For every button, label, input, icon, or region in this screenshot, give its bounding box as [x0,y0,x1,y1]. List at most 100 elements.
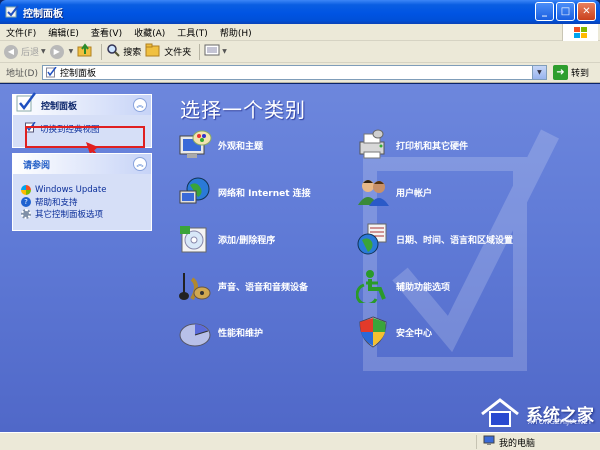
views-icon [204,43,220,60]
control-panel-icon [45,66,57,78]
my-computer-icon [483,435,495,449]
category-label: 日期、时间、语言和区域设置 [396,235,514,246]
close-button[interactable]: ✕ [577,2,596,21]
category-sound-audio[interactable]: 声音、语音和音频设备 [178,269,308,303]
category-security-center[interactable]: 安全中心 [356,315,432,349]
help-support-link[interactable]: ? 帮助和支持 [21,196,143,208]
category-printers-hardware[interactable]: 打印机和其它硬件 [356,128,468,162]
page-title: 选择一个类别 [180,98,306,122]
main-content: 控制面板 ︽ 切换到经典视图 请参阅 ︽ Windows Update ? 帮助… [0,84,600,432]
folders-button[interactable]: 文件夹 [145,43,191,60]
sound-audio-icon [178,269,212,303]
chevron-down-icon: ▼ [68,48,74,55]
category-performance-maintenance[interactable]: 性能和维护 [178,315,263,349]
go-label: 转到 [570,69,589,79]
menu-help[interactable]: 帮助(H) [214,26,258,39]
folder-up-icon [77,43,93,60]
status-location: 我的电脑 [476,435,535,449]
other-options-link[interactable]: 其它控制面板选项 [21,208,143,220]
folders-label: 文件夹 [164,48,192,58]
menu-edit[interactable]: 编辑(E) [42,26,85,39]
title-bar: 控制面板 _ □ ✕ [0,0,600,24]
category-appearance-themes[interactable]: 外观和主题 [178,128,263,162]
menu-bar: 文件(F) 编辑(E) 查看(V) 收藏(A) 工具(T) 帮助(H) [0,24,600,41]
chevron-down-icon: ▼ [222,48,227,55]
minimize-button[interactable]: _ [535,2,554,21]
collapse-chevron-icon[interactable]: ︽ [133,98,147,112]
chevron-down-icon: ▼ [41,48,46,55]
back-button[interactable]: ◀ 后退 ▼ [4,44,46,59]
category-user-accounts[interactable]: 用户帐户 [356,175,432,209]
search-button[interactable]: 搜索 [106,43,141,60]
other-options-label: 其它控制面板选项 [35,210,104,220]
address-dropdown-button[interactable]: ▼ [531,66,546,79]
status-location-label: 我的电脑 [499,438,536,449]
windows-update-label: Windows Update [35,185,107,195]
address-bar: 地址(D) 控制面板 ▼ ➜ 转到 [0,63,600,83]
category-label: 用户帐户 [396,188,433,199]
toolbar-separator [199,43,201,60]
menu-file[interactable]: 文件(F) [0,26,42,39]
address-label: 地址(D) [6,69,38,79]
category-label: 打印机和其它硬件 [396,141,469,152]
network-internet-icon [178,175,212,209]
category-label: 外观和主题 [218,141,264,152]
category-label: 添加/删除程序 [218,235,276,246]
window-title: 控制面板 [23,8,63,20]
pane-title: 控制面板 [41,101,78,112]
search-icon [106,43,120,60]
gear-icon [21,209,31,219]
watermark-url: XITONGZHIJIA.NET [527,418,592,426]
category-network-internet[interactable]: 网络和 Internet 连接 [178,175,311,209]
help-icon: ? [21,197,31,207]
go-arrow-icon: ➜ [552,65,568,80]
security-center-icon [356,315,390,349]
performance-maintenance-icon [178,315,212,349]
category-date-time-language[interactable]: 日期、时间、语言和区域设置 [356,222,513,256]
toolbar-separator [101,43,103,60]
windows-update-icon [21,185,31,195]
views-button[interactable]: ▼ [204,43,227,60]
category-add-remove-programs[interactable]: 添加/删除程序 [178,222,275,256]
accessibility-icon [355,269,390,307]
pane-header[interactable]: 控制面板 ︽ [13,92,151,115]
up-button[interactable] [77,43,93,60]
see-also-task-pane: 请参阅 ︽ Windows Update ? 帮助和支持 其它控制面板选项 [12,153,152,231]
go-button[interactable]: ➜ 转到 [552,65,589,80]
printer-hardware-icon [356,128,390,162]
add-remove-programs-icon [178,222,212,256]
control-panel-icon [5,5,19,19]
category-label: 辅助功能选项 [396,282,451,293]
menu-favorites[interactable]: 收藏(A) [128,26,171,39]
windows-logo-icon [562,24,598,41]
menu-tools[interactable]: 工具(T) [171,26,214,39]
pane-title: 请参阅 [23,160,51,171]
folders-icon [145,43,161,60]
pane-header[interactable]: 请参阅 ︽ [13,154,151,174]
category-label: 性能和维护 [218,328,264,339]
help-support-label: 帮助和支持 [35,198,78,208]
back-arrow-icon: ◀ [4,44,18,59]
house-logo-icon [481,398,519,427]
address-input[interactable]: 控制面板 ▼ [41,65,547,80]
back-label: 后退 [21,48,40,58]
appearance-themes-icon [178,128,212,162]
category-label: 声音、语音和音频设备 [218,282,309,293]
control-panel-icon [15,91,37,116]
menu-view[interactable]: 查看(V) [85,26,128,39]
category-label: 网络和 Internet 连接 [218,188,311,199]
date-time-language-icon [356,222,390,256]
category-label: 安全中心 [396,328,433,339]
windows-update-link[interactable]: Windows Update [21,184,143,196]
category-accessibility[interactable]: 辅助功能选项 [355,269,451,307]
site-watermark: 系统之家 XITONGZHIJIA.NET [478,398,594,428]
search-label: 搜索 [123,48,142,58]
toolbar: ◀ 后退 ▼ ▶ ▼ 搜索 文件夹 ▼ [0,41,600,63]
address-value: 控制面板 [59,69,96,79]
forward-arrow-icon: ▶ [49,44,64,59]
forward-button[interactable]: ▶ ▼ [49,44,74,59]
user-accounts-icon [356,175,390,209]
status-bar: 我的电脑 [0,432,600,450]
maximize-button[interactable]: □ [556,2,575,21]
collapse-chevron-icon[interactable]: ︽ [133,157,147,171]
